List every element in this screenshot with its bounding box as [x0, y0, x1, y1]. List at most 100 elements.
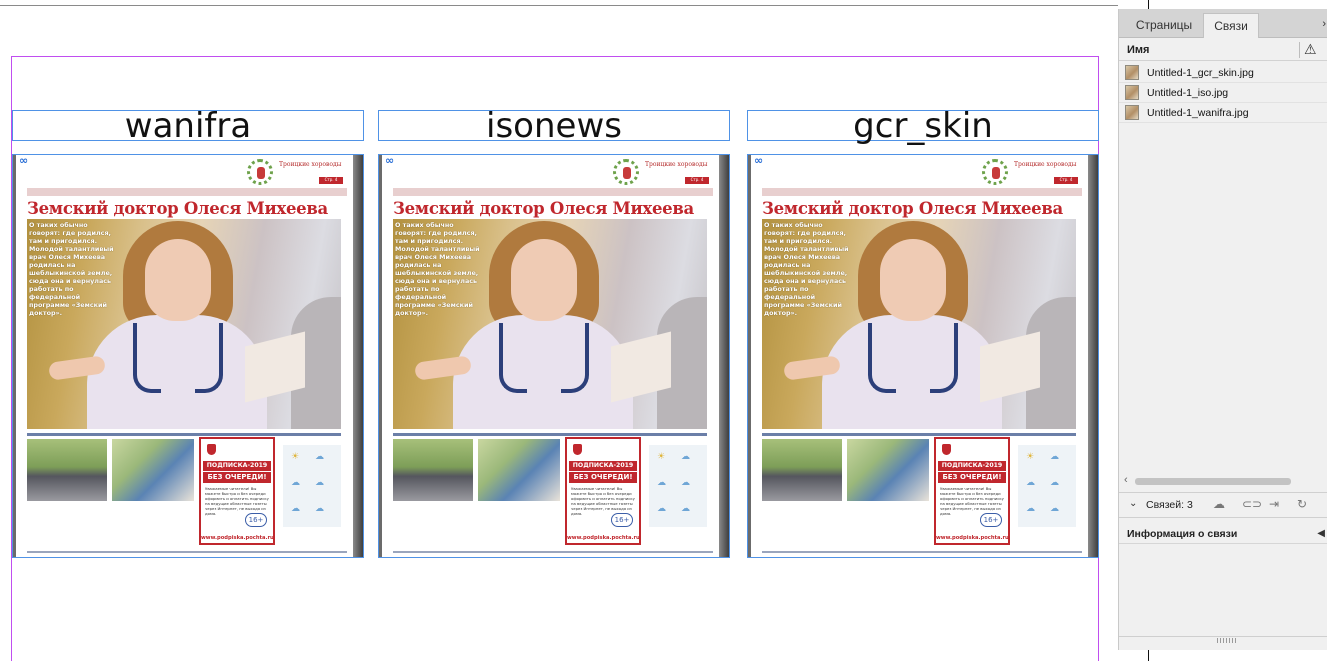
subscription-ad: ПОДПИСКА-2019 БЕЗ ОЧЕРЕДИ! Уважаемые чит… [934, 437, 1010, 545]
text-frame-gcr-skin[interactable]: gcr_skin [747, 109, 1099, 143]
tab-links[interactable]: Связи [1203, 13, 1259, 38]
lead-paragraph: О таких обычно говорят: где родился, там… [395, 221, 480, 317]
event-photo [112, 439, 194, 501]
links-count: Связей: 3 [1146, 499, 1193, 511]
panel-menu-icon[interactable]: › [1322, 18, 1326, 30]
list-item[interactable]: Untitled-1_iso.jpg [1119, 83, 1327, 103]
image-frame-isonews[interactable]: ∞ Троицкие хороводы Стр. 4 Земский докто… [378, 154, 730, 558]
cloud-library-icon[interactable]: ☁ [1213, 497, 1225, 511]
section-rule [393, 433, 707, 436]
label-wanifra: wanifra [124, 105, 252, 146]
weather-block: ☀ ☁ ☁ ☁ ☁ ☁ [649, 445, 707, 527]
page-fold-shadow [1088, 155, 1098, 557]
links-status-bar: ⌄ Связей: 3 ☁ ⊂⊃ ⇥ ↻ [1119, 492, 1327, 518]
masthead-text: Троицкие хороводы [279, 161, 342, 168]
scroll-left-icon[interactable]: ‹ [1124, 474, 1128, 486]
column-header: Имя ⚠ [1119, 39, 1327, 61]
cloud-icon: ☁ [1050, 478, 1059, 488]
panel-resize-grip[interactable] [1119, 636, 1327, 645]
tab-pages[interactable]: Страницы [1125, 13, 1203, 38]
page-top-edge [0, 5, 1118, 6]
page-tag: Стр. 4 [685, 177, 709, 184]
cloud-icon: ☁ [1026, 478, 1035, 488]
cloud-icon: ☁ [1026, 504, 1035, 514]
list-item[interactable]: Untitled-1_gcr_skin.jpg [1119, 63, 1327, 83]
motorcycle-photo [762, 439, 842, 501]
weather-block: ☀ ☁ ☁ ☁ ☁ ☁ [1018, 445, 1076, 527]
motorcycle-photo [27, 439, 107, 501]
link-icon[interactable]: ∞ [385, 155, 403, 167]
page-bottom-rule [393, 551, 713, 553]
age-rating: 16+ [245, 513, 267, 527]
headline: Земский доктор Олеся Михеева [762, 199, 1063, 218]
sun-icon: ☀ [291, 452, 300, 462]
image-thumbnail-icon [1125, 85, 1139, 100]
subscription-ad: ПОДПИСКА-2019 БЕЗ ОЧЕРЕДИ! Уважаемые чит… [565, 437, 641, 545]
image-frame-wanifra[interactable]: ∞ Троицкие хороводы Стр. 4 Земский докто… [12, 154, 364, 558]
cloud-icon: ☁ [681, 452, 690, 462]
image-thumbnail-icon [1125, 105, 1139, 120]
ad-url: www.podpiska.pochta.ru [201, 535, 274, 541]
header-band [762, 188, 1082, 196]
links-list: Untitled-1_gcr_skin.jpg Untitled-1_iso.j… [1119, 63, 1327, 123]
warning-icon[interactable]: ⚠ [1304, 41, 1317, 58]
go-to-link-icon[interactable]: ⇥ [1269, 497, 1279, 511]
cloud-icon: ☁ [315, 504, 324, 514]
relink-icon[interactable]: ⊂⊃ [1242, 497, 1262, 511]
list-item[interactable]: Untitled-1_wanifra.jpg [1119, 103, 1327, 123]
cloud-icon: ☁ [291, 504, 300, 514]
horizontal-scrollbar[interactable]: ‹ [1119, 474, 1327, 488]
chevron-down-icon[interactable]: ⌄ [1129, 498, 1137, 509]
ad-title: ПОДПИСКА-2019 [938, 461, 1006, 471]
links-panel: Страницы Связи › Имя ⚠ Untitled-1_gcr_sk… [1118, 9, 1327, 650]
masthead-text: Троицкие хороводы [1014, 161, 1077, 168]
ad-title: ПОДПИСКА-2019 [203, 461, 271, 471]
header-band [393, 188, 713, 196]
text-frame-wanifra[interactable]: wanifra [12, 105, 364, 146]
ad-subtitle: БЕЗ ОЧЕРЕДИ! [569, 472, 637, 483]
page-tag: Стр. 4 [1054, 177, 1078, 184]
link-filename: Untitled-1_iso.jpg [1147, 87, 1229, 99]
link-filename: Untitled-1_gcr_skin.jpg [1147, 67, 1254, 79]
page-bottom-rule [762, 551, 1082, 553]
cloud-icon: ☁ [1050, 504, 1059, 514]
motorcycle-photo [393, 439, 473, 501]
text-frame-isonews[interactable]: isonews [378, 105, 730, 146]
ad-subtitle: БЕЗ ОЧЕРЕДИ! [938, 472, 1006, 483]
page-left-edge [13, 155, 16, 557]
page-tag: Стр. 4 [319, 177, 343, 184]
scroll-thumb[interactable] [1135, 478, 1291, 485]
page-bottom-rule [27, 551, 347, 553]
update-link-icon[interactable]: ↻ [1297, 497, 1307, 511]
newspaper-image: Троицкие хороводы Стр. 4 Земский доктор … [13, 155, 363, 557]
section-rule [762, 433, 1076, 436]
event-photo [478, 439, 560, 501]
link-icon[interactable]: ∞ [754, 155, 772, 167]
link-icon[interactable]: ∞ [19, 155, 37, 167]
link-info-header[interactable]: Информация о связи ◀ [1119, 524, 1327, 544]
cloud-icon: ☁ [681, 478, 690, 488]
crest-icon [207, 444, 216, 455]
newspaper-image: Троицкие хороводы Стр. 4 Земский доктор … [748, 155, 1098, 557]
document-canvas[interactable]: wanifra isonews gcr_skin ∞ Троицкие хоро… [0, 0, 1118, 661]
cloud-icon: ☁ [657, 504, 666, 514]
event-photo [847, 439, 929, 501]
column-separator [1299, 42, 1300, 58]
wreath-logo-icon [982, 159, 1008, 185]
label-isonews: isonews [486, 105, 622, 146]
sun-icon: ☀ [657, 452, 666, 462]
weather-block: ☀ ☁ ☁ ☁ ☁ ☁ [283, 445, 341, 527]
ad-url: www.podpiska.pochta.ru [936, 535, 1009, 541]
cloud-icon: ☁ [1050, 452, 1059, 462]
page-fold-shadow [719, 155, 729, 557]
page-left-edge [379, 155, 382, 557]
section-rule [27, 433, 341, 436]
header-band [27, 188, 347, 196]
collapse-triangle-icon[interactable]: ◀ [1317, 528, 1325, 539]
image-frame-gcr-skin[interactable]: ∞ Троицкие хороводы Стр. 4 Земский докто… [747, 154, 1099, 558]
page-left-edge [748, 155, 751, 557]
lead-paragraph: О таких обычно говорят: где родился, там… [29, 221, 114, 317]
age-rating: 16+ [611, 513, 633, 527]
panel-tab-bar: Страницы Связи › [1119, 9, 1327, 38]
column-name[interactable]: Имя [1127, 44, 1149, 56]
